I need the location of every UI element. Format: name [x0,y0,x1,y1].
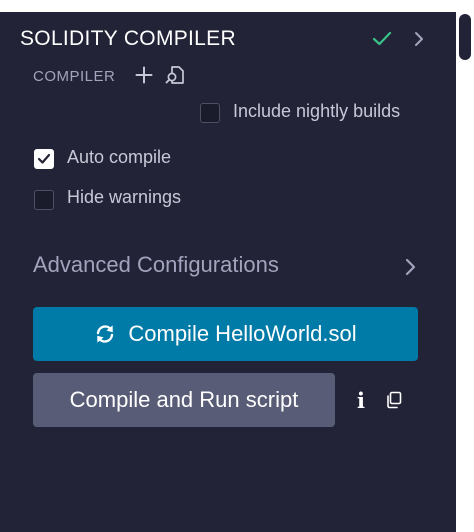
top-strip [0,0,474,12]
compiler-label: COMPILER [33,68,116,85]
checkmark-icon [37,153,51,164]
compile-and-run-label: Compile and Run script [69,387,299,412]
copy-icon[interactable] [385,391,403,409]
compile-button[interactable]: Compile HelloWorld.sol [33,307,418,361]
advanced-configurations-toggle[interactable]: Advanced Configurations [33,252,279,278]
info-icon[interactable]: i [354,390,368,412]
auto-compile-checkbox[interactable] [34,149,54,169]
scrollbar-thumb[interactable] [459,14,471,60]
chevron-right-icon[interactable] [403,256,417,278]
hide-warnings-checkbox[interactable] [34,190,54,210]
compile-button-label: Compile HelloWorld.sol [128,321,357,346]
compile-and-run-button[interactable]: Compile and Run script [33,373,335,427]
file-search-icon[interactable] [164,64,186,86]
hide-warnings-label[interactable]: Hide warnings [67,187,181,208]
include-nightly-checkbox[interactable] [200,103,220,123]
sync-icon [97,325,114,343]
check-icon [372,31,392,46]
scrollbar-track[interactable] [456,12,474,532]
chevron-right-icon[interactable] [412,29,426,49]
include-nightly-label[interactable]: Include nightly builds [233,101,400,122]
auto-compile-label[interactable]: Auto compile [67,147,171,168]
plus-icon[interactable] [135,66,153,84]
panel-title: SOLIDITY COMPILER [20,27,236,50]
